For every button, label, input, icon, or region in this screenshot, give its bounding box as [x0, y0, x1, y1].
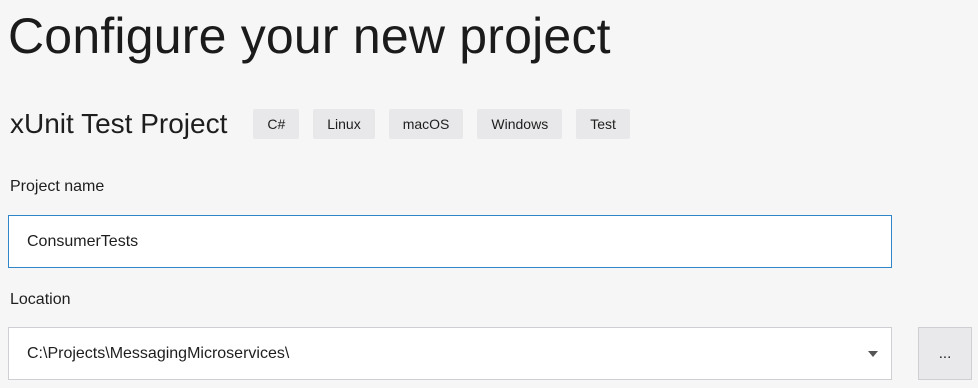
tag-platform-windows: Windows [477, 109, 563, 139]
location-dropdown[interactable]: C:\Projects\MessagingMicroservices\ [8, 327, 892, 380]
tag-platform-linux: Linux [313, 109, 375, 139]
tag-language: C# [253, 109, 300, 139]
tag-platform-macos: macOS [388, 109, 464, 139]
location-value: C:\Projects\MessagingMicroservices\ [27, 344, 290, 362]
project-name-label: Project name [10, 178, 105, 195]
template-tags: C# Linux macOS Windows Test [253, 109, 630, 139]
project-name-input[interactable] [8, 215, 892, 268]
browse-location-button[interactable]: ... [918, 327, 972, 380]
chevron-down-icon[interactable] [855, 328, 891, 379]
template-name: xUnit Test Project [10, 108, 228, 139]
tag-project-type: Test [576, 109, 630, 139]
location-label: Location [10, 291, 71, 308]
template-header: xUnit Test Project C# Linux macOS Window… [10, 104, 630, 144]
page-title: Configure your new project [8, 8, 611, 64]
